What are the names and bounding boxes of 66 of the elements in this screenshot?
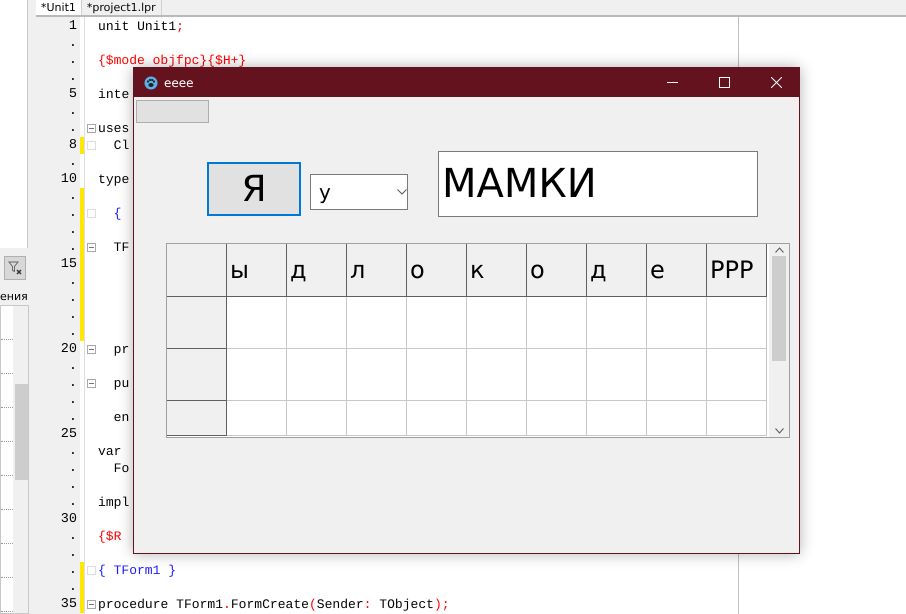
line-number: .: [68, 460, 78, 477]
line-number: .: [68, 35, 78, 52]
line-number: .: [68, 409, 78, 426]
line-number: .: [68, 154, 78, 171]
code-line: TF: [112, 239, 130, 256]
line-number: .: [68, 579, 78, 596]
column-header: л: [347, 244, 407, 297]
line-number: .: [68, 290, 78, 307]
line-number: 20: [60, 341, 78, 358]
line-number: 8: [68, 137, 78, 154]
line-number: 10: [60, 171, 78, 188]
letter-button[interactable]: Я: [207, 162, 301, 216]
line-number: .: [68, 562, 78, 579]
line-number: .: [68, 222, 78, 239]
line-number: .: [68, 528, 78, 545]
combo-box[interactable]: у: [310, 174, 408, 210]
line-number: 5: [68, 86, 78, 103]
code-line: { TForm1 }: [98, 562, 176, 579]
column-header: д: [287, 244, 347, 297]
line-number: .: [68, 494, 78, 511]
line-number: 25: [60, 426, 78, 443]
editor-tab[interactable]: *Unit1: [36, 0, 82, 15]
line-number: .: [68, 545, 78, 562]
code-line: unit Unit1;: [98, 18, 184, 35]
line-number: .: [68, 120, 78, 137]
line-number: .: [68, 52, 78, 69]
line-number: .: [68, 188, 78, 205]
column-header: о: [527, 244, 587, 297]
code-line: {$mode objfpc}{$H+}: [98, 52, 246, 69]
column-header: д: [587, 244, 647, 297]
column-header: ы: [227, 244, 287, 297]
code-line: inte: [98, 86, 130, 103]
code-line: {$R: [98, 528, 122, 545]
code-line: var: [98, 443, 122, 460]
line-number: .: [68, 103, 78, 120]
line-number: .: [68, 273, 78, 290]
line-number: .: [68, 477, 78, 494]
line-number: .: [68, 392, 78, 409]
code-line: impl: [98, 494, 130, 511]
line-number: 30: [60, 511, 78, 528]
line-number: .: [68, 443, 78, 460]
column-header: РРР: [707, 244, 767, 297]
column-header: к: [467, 244, 527, 297]
line-number: .: [68, 307, 78, 324]
line-number: 35: [60, 596, 78, 613]
code-line: procedure TForm1.FormCreate(Sender: TObject);: [98, 596, 450, 613]
window-title: eeee: [164, 76, 195, 90]
code-line: pr: [112, 341, 130, 358]
code-line: type: [98, 171, 130, 188]
code-line: uses: [98, 120, 130, 137]
code-line: {: [112, 205, 122, 222]
column-header: е: [647, 244, 707, 297]
column-header: о: [407, 244, 467, 297]
line-number: 1: [68, 18, 78, 35]
code-line: Fo: [112, 460, 130, 477]
line-number: .: [68, 375, 78, 392]
line-number: .: [68, 205, 78, 222]
text-field[interactable]: МАМКИ: [438, 151, 758, 217]
code-line: Cl: [112, 137, 130, 154]
line-number: .: [68, 358, 78, 375]
code-line: pu: [112, 375, 130, 392]
code-line: en: [112, 409, 130, 426]
line-number: .: [68, 239, 78, 256]
line-number: .: [68, 324, 78, 341]
line-number: .: [68, 69, 78, 86]
line-number: 15: [60, 256, 78, 273]
